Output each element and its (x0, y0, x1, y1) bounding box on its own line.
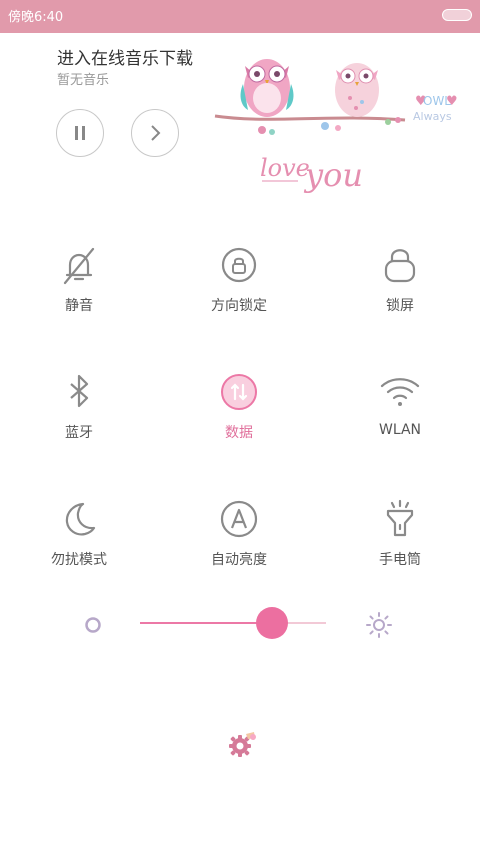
music-title[interactable]: 进入在线音乐下载 (57, 44, 193, 69)
music-subtitle: 暂无音乐 (57, 73, 110, 88)
mobile-data-icon (221, 374, 257, 410)
love-text: love (260, 154, 310, 182)
toggle-mute[interactable]: 静音 (24, 243, 134, 333)
toggle-label: 勿扰模式 (51, 552, 107, 568)
brightness-slider-thumb[interactable] (256, 607, 289, 639)
toggle-auto-brightness[interactable]: 自动亮度 (184, 497, 294, 587)
brightness-slider[interactable] (140, 607, 326, 639)
toggle-label: 自动亮度 (211, 552, 267, 568)
toggle-mobile-data[interactable]: 数据 (184, 370, 294, 460)
wifi-icon (380, 378, 420, 406)
brightness-high-icon (366, 612, 392, 638)
status-time: 傍晚6:40 (8, 10, 64, 25)
auto-brightness-icon (220, 500, 258, 538)
toggle-label: 锁屏 (386, 298, 414, 314)
toggle-wlan[interactable]: WLAN (345, 370, 455, 460)
rotation-lock-icon (221, 247, 257, 283)
toggle-rotation-lock[interactable]: 方向锁定 (184, 243, 294, 333)
moon-icon (65, 502, 96, 536)
toggle-label: WLAN (378, 422, 421, 438)
toggle-do-not-disturb[interactable]: 勿扰模式 (24, 497, 134, 587)
brightness-low-icon (85, 617, 101, 633)
svg-text:♥: ♥ (446, 94, 458, 109)
you-text: you (303, 156, 363, 194)
toggle-flashlight[interactable]: 手电筒 (345, 497, 455, 587)
toggle-lock-screen[interactable]: 锁屏 (345, 243, 455, 333)
bell-off-icon (63, 247, 95, 285)
toggle-bluetooth[interactable]: 蓝牙 (24, 370, 134, 460)
battery-icon (442, 9, 472, 21)
owl-wallpaper-art: ♥ OWL ♥ Always love you (214, 59, 458, 194)
chevron-right-icon (151, 125, 161, 141)
toggle-label: 手电筒 (379, 552, 421, 568)
bluetooth-icon (70, 374, 89, 408)
toggle-label: 数据 (225, 425, 253, 441)
next-button[interactable] (131, 109, 179, 157)
flashlight-icon (386, 499, 414, 537)
status-bar: 傍晚6:40 (0, 0, 480, 33)
pause-icon (75, 126, 85, 140)
settings-gear-icon[interactable] (224, 726, 260, 762)
pause-button[interactable] (56, 109, 104, 157)
toggle-label: 蓝牙 (65, 425, 93, 441)
always-text: Always (413, 110, 452, 123)
lock-icon (384, 249, 416, 283)
toggle-label: 方向锁定 (211, 298, 267, 314)
toggle-label: 静音 (65, 298, 93, 314)
brightness-slider-fill (140, 622, 273, 624)
